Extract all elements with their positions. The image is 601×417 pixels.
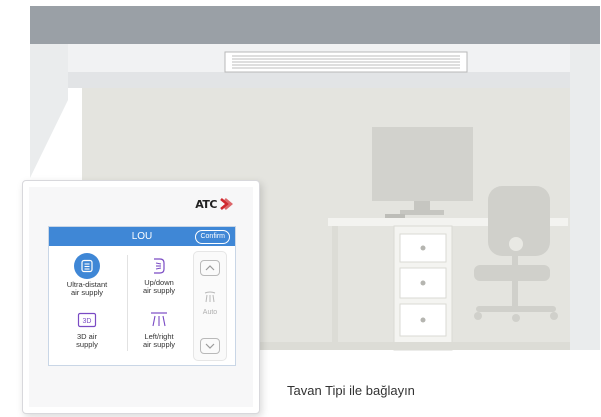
chevron-down-icon[interactable] — [200, 338, 220, 354]
svg-text:3D: 3D — [83, 318, 92, 325]
mode-label-line2: air supply — [142, 340, 176, 349]
chevron-up-icon[interactable] — [200, 260, 220, 276]
left-right-air-icon — [148, 309, 170, 331]
mode-3d[interactable]: 3D 3D air supply — [57, 309, 117, 349]
mode-label-line2: supply — [76, 340, 98, 349]
monitor — [372, 127, 473, 201]
mode-ultra-distant[interactable]: Ultra-distant air supply — [57, 253, 117, 297]
mode-label-line2: air supply — [70, 288, 104, 297]
mode-left-right[interactable]: Left/right air supply — [129, 309, 189, 349]
mode-label-line2: air supply — [142, 286, 176, 295]
screen-header: LOU Confirm — [49, 227, 235, 246]
ceiling — [30, 6, 600, 44]
3d-air-icon: 3D — [76, 309, 98, 331]
left-wall — [30, 44, 68, 178]
auto-mode[interactable]: Auto — [194, 290, 226, 316]
up-down-air-icon — [148, 255, 170, 277]
touch-screen: LOU Confirm Ultra-distant air supply Up/… — [48, 226, 236, 366]
airflow-icon — [204, 291, 216, 303]
control-panel: ATC LOU Confirm Ultra-distant air supply… — [22, 180, 260, 414]
ultra-distant-air-icon — [74, 253, 100, 279]
mode-divider — [127, 255, 128, 351]
caption-text: Tavan Tipi ile bağlayın — [287, 383, 415, 398]
mode-up-down[interactable]: Up/down air supply — [129, 255, 189, 295]
side-control: Auto — [193, 251, 227, 361]
screen-title: LOU — [131, 231, 153, 242]
brand-mark-icon — [220, 198, 233, 210]
mode-grid: Ultra-distant air supply Up/down air sup… — [55, 251, 187, 361]
confirm-button[interactable]: Confirm — [195, 230, 230, 244]
auto-label: Auto — [202, 309, 218, 316]
right-wall — [570, 44, 600, 350]
brand-logo: ATC — [195, 197, 233, 211]
brand-text: ATC — [195, 197, 217, 211]
